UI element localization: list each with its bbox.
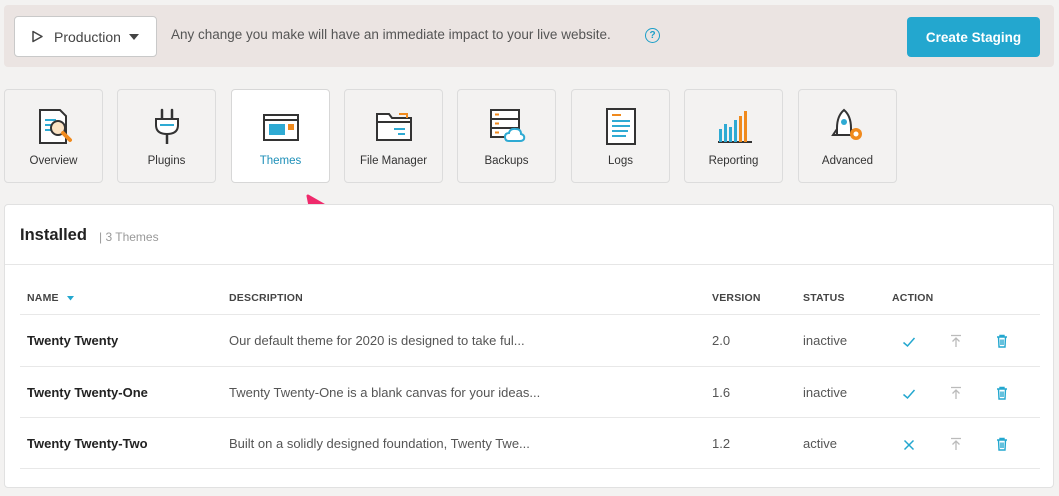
environment-select[interactable]: Production — [14, 16, 157, 57]
theme-name: Twenty Twenty — [27, 333, 119, 348]
tool-tile-advanced[interactable]: Advanced — [798, 89, 897, 183]
tool-label: Backups — [484, 155, 529, 167]
theme-status: inactive — [803, 333, 848, 348]
column-header-version: VERSION — [712, 292, 761, 304]
delete-trash-icon[interactable] — [995, 334, 1009, 348]
chevron-down-icon — [128, 33, 139, 40]
tool-label: Themes — [259, 155, 302, 167]
theme-status: inactive — [803, 385, 848, 400]
tool-tile-logs[interactable]: Logs — [571, 89, 670, 183]
tool-label: Advanced — [821, 155, 874, 167]
sort-caret-icon — [66, 295, 74, 301]
theme-description: Built on a solidly designed foundation, … — [229, 436, 530, 451]
deactivate-x-icon[interactable] — [902, 438, 916, 452]
themes-icon — [262, 114, 299, 141]
update-arrow-icon[interactable] — [949, 437, 963, 451]
advanced-icon — [830, 108, 862, 140]
theme-description: Our default theme for 2020 is designed t… — [229, 333, 525, 348]
reporting-icon — [717, 111, 752, 143]
theme-name: Twenty Twenty-Two — [27, 436, 148, 451]
panel-title: Installed — [20, 226, 87, 244]
theme-version: 2.0 — [712, 333, 731, 348]
tool-tile-backups[interactable]: Backups — [457, 89, 556, 183]
activate-check-icon[interactable] — [902, 335, 916, 349]
tool-label: Logs — [608, 155, 633, 167]
tool-tile-reporting[interactable]: Reporting — [684, 89, 783, 183]
overview-icon — [38, 109, 72, 144]
play-icon — [32, 30, 43, 43]
tool-tile-overview[interactable]: Overview — [4, 89, 103, 183]
divider — [20, 314, 1040, 315]
environment-label: Production — [54, 28, 121, 45]
column-header-description: DESCRIPTION — [229, 292, 303, 304]
theme-description: Twenty Twenty-One is a blank canvas for … — [229, 385, 541, 400]
environment-banner: Production Any change you make will have… — [4, 5, 1054, 67]
theme-name: Twenty Twenty-One — [27, 385, 148, 400]
theme-count: | 3 Themes — [99, 230, 159, 244]
tool-tile-file-manager[interactable]: File Manager — [344, 89, 443, 183]
tool-label: Overview — [29, 155, 78, 167]
theme-version: 1.6 — [712, 385, 731, 400]
tool-label: Reporting — [708, 155, 759, 167]
divider — [20, 417, 1040, 418]
delete-trash-icon[interactable] — [995, 386, 1009, 400]
backups-icon — [489, 109, 525, 142]
create-staging-button[interactable]: Create Staging — [907, 17, 1040, 57]
delete-trash-icon[interactable] — [995, 437, 1009, 451]
theme-status: active — [803, 436, 837, 451]
tool-label: Plugins — [147, 155, 186, 167]
tool-label: File Manager — [359, 155, 428, 167]
column-header-name[interactable]: NAME — [27, 292, 74, 304]
banner-message: Any change you make will have an immedia… — [171, 27, 611, 42]
folder-icon — [375, 113, 412, 141]
column-header-action: ACTION — [892, 292, 934, 304]
help-icon[interactable]: ? — [645, 28, 660, 43]
panel-header: Installed | 3 Themes — [5, 205, 1053, 265]
divider — [20, 366, 1040, 367]
plugin-icon — [154, 108, 179, 144]
tool-tile-themes[interactable]: Themes — [231, 89, 330, 183]
installed-themes-panel: Installed | 3 Themes NAME DESCRIPTION VE… — [4, 204, 1054, 488]
tool-tile-plugins[interactable]: Plugins — [117, 89, 216, 183]
theme-version: 1.2 — [712, 436, 731, 451]
update-arrow-icon[interactable] — [949, 334, 963, 348]
logs-icon — [605, 108, 636, 145]
divider — [20, 468, 1040, 469]
update-arrow-icon[interactable] — [949, 386, 963, 400]
column-header-status: STATUS — [803, 292, 845, 304]
activate-check-icon[interactable] — [902, 387, 916, 401]
